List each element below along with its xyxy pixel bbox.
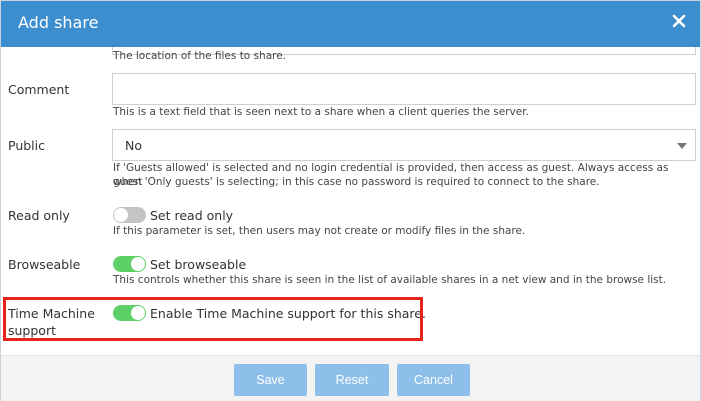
public-select[interactable]: No [112,129,696,161]
toggle-knob [114,208,128,222]
readonly-label: Read only [8,208,70,223]
timemachine-label-line2: support [8,323,56,338]
close-icon[interactable] [672,14,686,28]
readonly-toggle-text: Set read only [150,208,234,223]
browseable-toggle[interactable] [113,256,146,272]
toggle-knob [131,257,145,271]
public-select-value: No [125,138,142,153]
save-button[interactable]: Save [234,364,307,396]
readonly-toggle[interactable] [113,207,146,223]
timemachine-toggle-text: Enable Time Machine support for this sha… [150,306,426,321]
browseable-label: Browseable [8,257,81,272]
dialog-footer: Save Reset Cancel [1,355,700,401]
chevron-down-icon [677,143,687,149]
dialog-title: Add share [18,13,99,32]
timemachine-label-line1: Time Machine [8,306,95,321]
dialog-body: The location of the files to share. Comm… [1,47,700,355]
toggle-knob [131,306,145,320]
comment-hint: This is a text field that is seen next t… [113,106,529,118]
path-hint: The location of the files to share. [113,50,287,62]
add-share-dialog: Add share The location of the files to s… [0,0,701,401]
browseable-hint: This controls whether this share is seen… [113,274,667,286]
comment-label: Comment [8,82,70,97]
timemachine-toggle[interactable] [113,305,146,321]
public-hint-line2: when 'Only guests' is selecting; in this… [113,176,600,188]
public-label: Public [8,138,45,153]
browseable-toggle-text: Set browseable [150,257,247,272]
cancel-button[interactable]: Cancel [397,364,470,396]
readonly-hint: If this parameter is set, then users may… [113,225,526,237]
dialog-titlebar: Add share [1,1,700,47]
reset-button[interactable]: Reset [315,364,389,396]
comment-input[interactable] [112,73,696,105]
